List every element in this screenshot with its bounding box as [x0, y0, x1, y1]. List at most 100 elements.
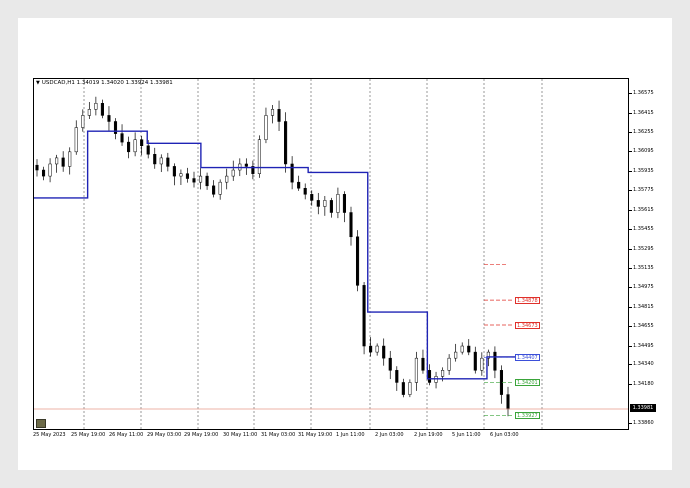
candle-body	[401, 382, 405, 395]
price-tick-label: 1.34815	[633, 303, 654, 310]
candle-body	[414, 357, 418, 383]
price-tick-label: 1.34655	[633, 323, 654, 330]
price-tick-mark	[629, 345, 632, 347]
candle-body	[264, 115, 268, 140]
candle-body	[388, 357, 392, 371]
price-tick-label: 1.34495	[633, 342, 654, 349]
candle-body	[427, 370, 432, 383]
price-tick-label: 1.34180	[633, 380, 654, 387]
candle-body	[133, 139, 137, 153]
time-tick-label: 25 May 2023	[33, 432, 66, 438]
candle-body	[244, 163, 248, 167]
trend-step-line	[34, 130, 523, 380]
candle-body	[120, 133, 124, 143]
price-tick-mark	[629, 190, 632, 192]
time-tick-label: 2 Jun 19:00	[414, 432, 443, 438]
candle-body	[153, 154, 157, 165]
chart-corner-icon[interactable]	[36, 419, 46, 428]
candle-body	[382, 345, 386, 359]
level-label-1[interactable]: 1.34673	[515, 321, 540, 329]
candle-body	[198, 175, 203, 183]
price-tick-mark	[629, 326, 632, 328]
candle-body	[55, 157, 59, 165]
price-tick-label: 1.36095	[633, 148, 654, 155]
candle-body	[225, 175, 229, 183]
candle-body	[179, 173, 183, 177]
chart-menu-arrow-icon[interactable]: ▼	[36, 80, 40, 86]
price-axis[interactable]: 1.36575 1.36415 1.36255 1.36095 1.35935 1.357…	[629, 78, 672, 430]
chart-title: ▼ USDCAD,H1 1.34019 1.34020 1.33924 1.339…	[36, 80, 173, 86]
candle-body	[48, 163, 52, 177]
candle-body	[166, 157, 170, 167]
candle-body	[441, 370, 445, 377]
price-tick-label: 1.35295	[633, 245, 654, 252]
candle-body	[257, 139, 261, 174]
candle-body	[100, 103, 104, 116]
candle-body	[74, 127, 78, 153]
candle-body	[185, 173, 190, 179]
candle-body	[140, 139, 144, 147]
time-tick-label: 30 May 11:00	[223, 432, 258, 438]
candle-body	[375, 345, 379, 353]
time-tick-label: 31 May 03:00	[261, 432, 296, 438]
candle-body	[146, 145, 150, 155]
price-chart[interactable]	[34, 79, 629, 430]
price-tick-label: 1.35135	[633, 264, 654, 271]
level-label-2[interactable]: 1.34407	[515, 353, 540, 361]
chart-plot-area[interactable]: ▼ USDCAD,H1 1.34019 1.34020 1.33924 1.339…	[33, 78, 629, 430]
candle-body	[159, 157, 163, 165]
time-tick-label: 29 May 03:00	[147, 432, 182, 438]
candle-body	[231, 169, 235, 177]
price-tick-mark	[629, 229, 632, 231]
candle-body	[473, 351, 477, 371]
candle-body	[61, 157, 65, 167]
candle-body	[205, 175, 209, 187]
candle-body	[310, 194, 314, 201]
level-label-4[interactable]: 1.33927	[515, 412, 540, 420]
candle-body	[290, 163, 294, 183]
price-tick-label: 1.36575	[633, 90, 654, 97]
candle-body	[68, 151, 72, 167]
current-price-tag: 1.33981	[630, 404, 656, 413]
candle-body	[342, 194, 347, 213]
price-tick-label: 1.35775	[633, 187, 654, 194]
price-tick-label: 1.36415	[633, 109, 654, 116]
candle-body	[336, 194, 340, 213]
candle-body	[460, 345, 464, 353]
price-tick-mark	[629, 112, 632, 114]
price-tick-mark	[629, 306, 632, 308]
candle-body	[447, 357, 451, 371]
level-label-0[interactable]: 1.34878	[515, 296, 540, 304]
candle-body	[454, 351, 458, 359]
candle-body	[212, 185, 216, 195]
candle-body	[41, 169, 46, 177]
candle-body	[355, 236, 360, 286]
candle-body	[127, 141, 131, 153]
candle-body	[329, 200, 333, 213]
price-tick-mark	[629, 170, 632, 172]
candle-body	[94, 103, 98, 110]
price-tick-mark	[629, 248, 632, 250]
time-tick-label: 6 Jun 03:00	[490, 432, 519, 438]
price-tick-mark	[629, 422, 632, 424]
price-tick-label: 1.34975	[633, 284, 654, 291]
candle-body	[421, 357, 425, 371]
time-tick-label: 26 May 11:00	[109, 432, 144, 438]
candle-body	[506, 394, 510, 410]
candle-body	[316, 200, 320, 207]
candle-body	[408, 382, 412, 395]
chart-title-text: USDCAD,H1 1.34019 1.34020 1.33924 1.3398…	[41, 80, 173, 86]
price-tick-label: 1.35455	[633, 226, 654, 233]
time-tick-label: 31 May 19:00	[298, 432, 333, 438]
level-label-3[interactable]: 1.34201	[515, 378, 540, 386]
candle-body	[87, 109, 91, 116]
price-tick-label: 1.35615	[633, 206, 654, 213]
price-tick-mark	[629, 267, 632, 269]
candle-body	[35, 164, 39, 171]
price-tick-mark	[629, 209, 632, 211]
price-tick-label: 1.33860	[633, 419, 654, 426]
candle-body	[218, 181, 222, 195]
candle-body	[297, 181, 301, 189]
candle-body	[349, 212, 353, 238]
time-axis[interactable]: 25 May 2023 25 May 19:00 26 May 11:00 29 Ma…	[33, 430, 629, 442]
